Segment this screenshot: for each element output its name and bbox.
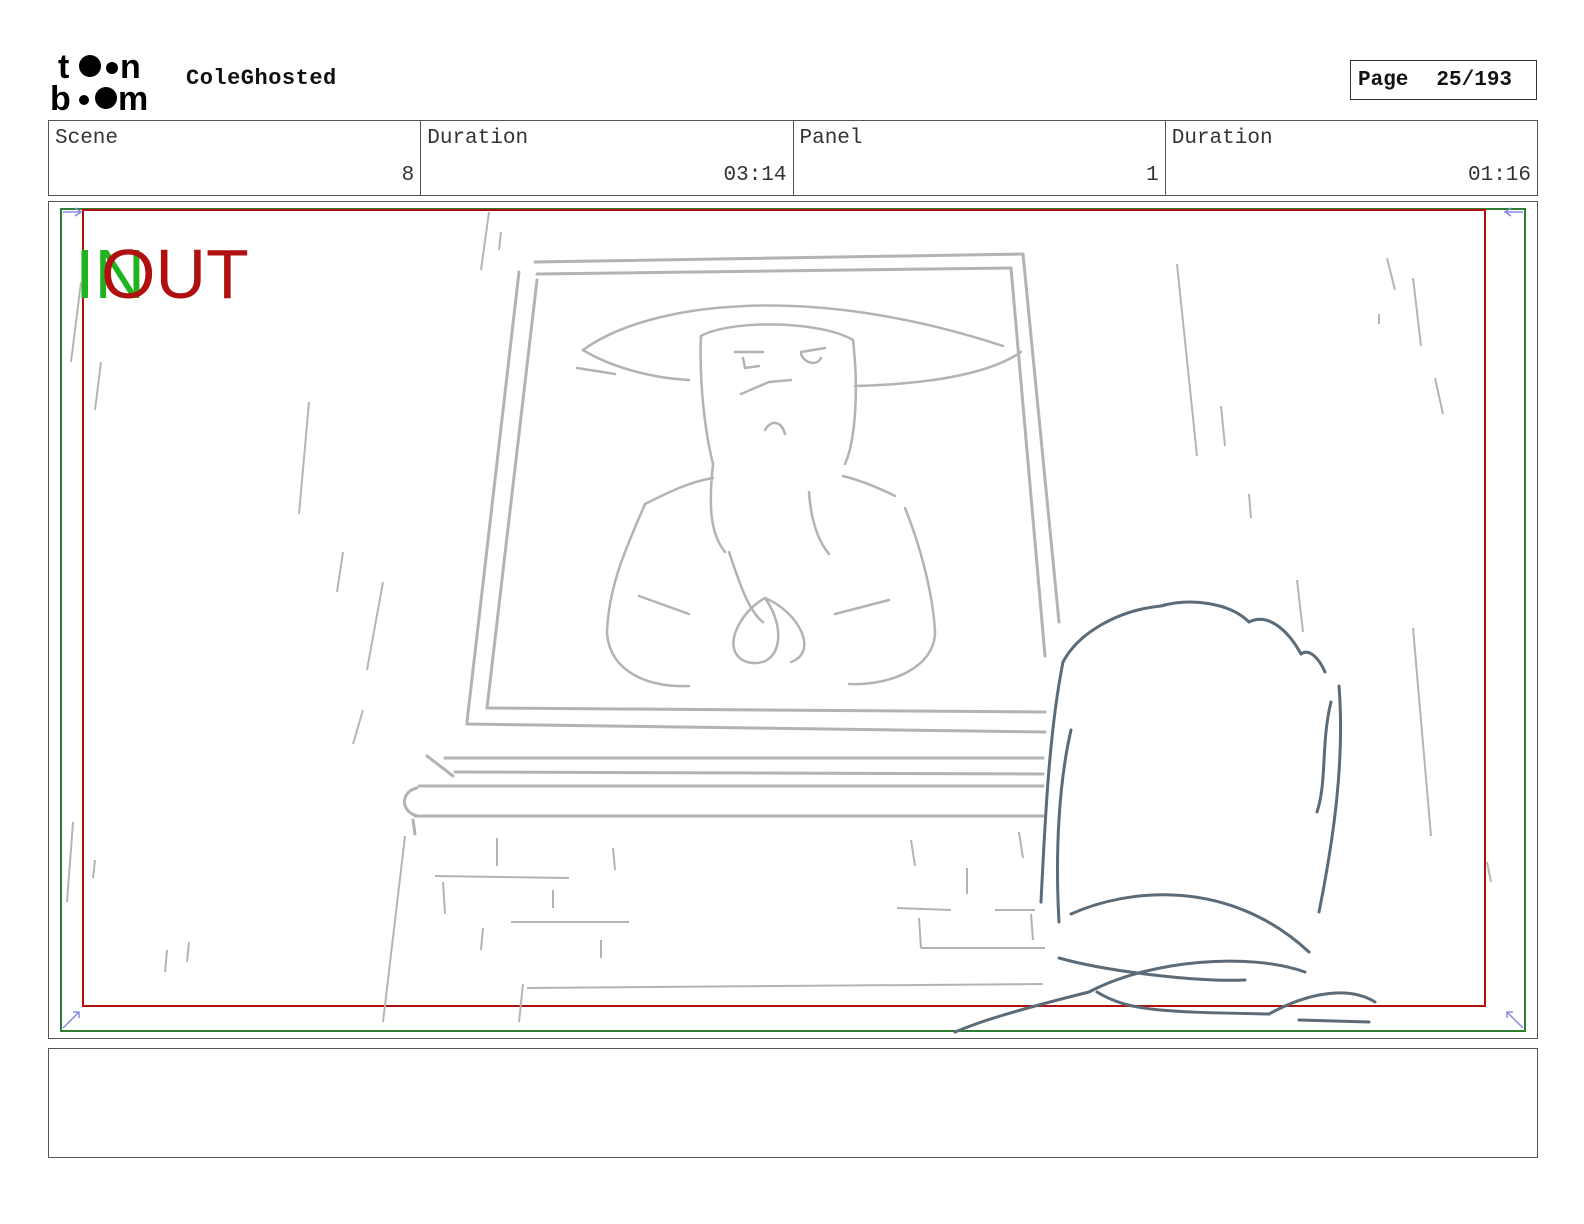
toon-boom-logo: t n b m: [50, 48, 168, 118]
brick-wall: [434, 831, 1045, 989]
page-number: 25/193: [1436, 68, 1513, 92]
scene-duration-label: Duration: [427, 127, 529, 150]
scene-value: 8: [401, 164, 415, 187]
panel-cell: Panel 1: [794, 121, 1166, 195]
scene-label: Scene: [55, 127, 119, 150]
rain-streaks: [66, 211, 1492, 1023]
svg-text:b: b: [50, 80, 71, 114]
out-marker: OUT: [101, 235, 249, 313]
project-title: ColeGhosted: [186, 66, 337, 91]
panel-duration-cell: Duration 01:16: [1166, 121, 1537, 195]
panel-duration-value: 01:16: [1467, 164, 1531, 187]
scene-duration-cell: Duration 03:14: [421, 121, 794, 195]
panel-value: 1: [1146, 164, 1159, 187]
panel-duration-label: Duration: [1171, 127, 1273, 150]
svg-text:m: m: [118, 80, 148, 114]
portrait-figure: [575, 304, 1023, 688]
storyboard-panel-image: IN OUT: [48, 201, 1538, 1039]
scene-duration-value: 03:14: [723, 164, 787, 187]
panel-sketch: IN OUT: [60, 207, 1526, 1034]
portrait-frame: [403, 252, 1061, 836]
scene-cell: Scene 8: [49, 121, 422, 195]
page-label: Page: [1358, 68, 1409, 92]
panel-label: Panel: [799, 127, 863, 150]
dialogue-box: [48, 1048, 1538, 1158]
panel-info-row: Scene 8 Duration 03:14 Panel 1 Duration …: [48, 120, 1538, 196]
page-indicator: Page 25/193: [1350, 60, 1537, 100]
